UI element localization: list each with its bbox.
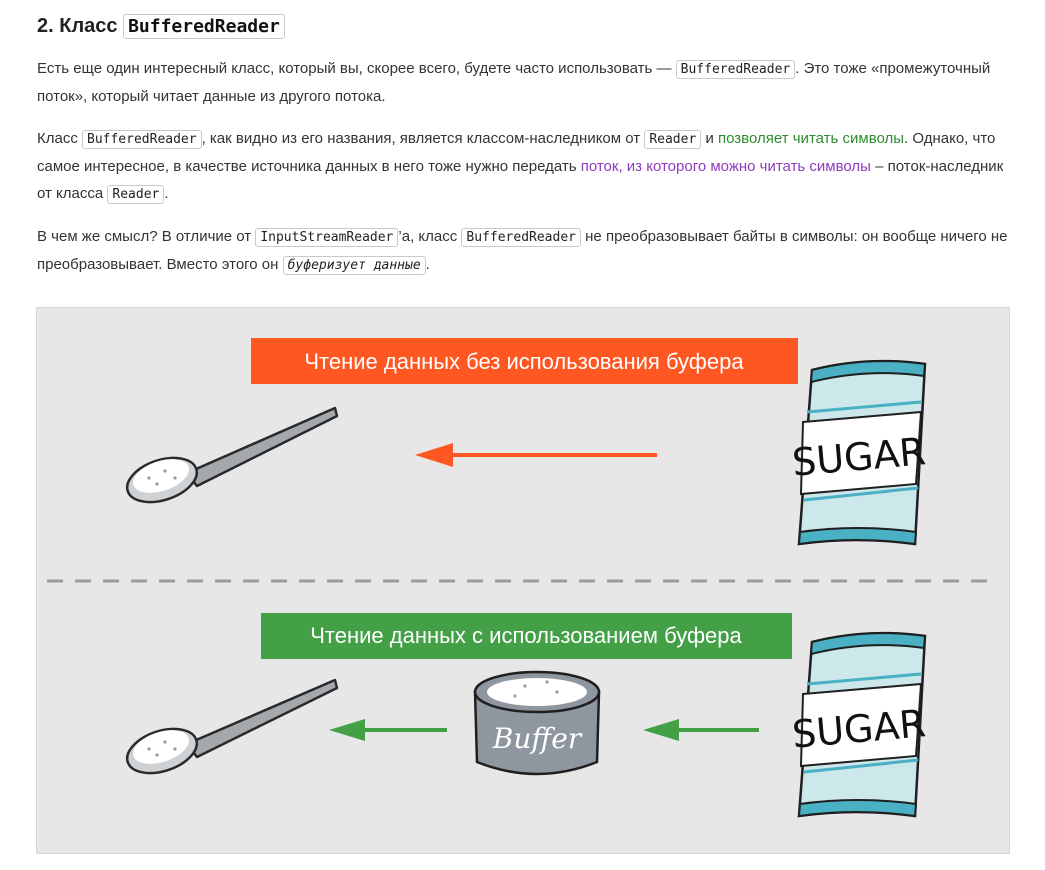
p3-text: . xyxy=(425,256,430,273)
p2-text: и xyxy=(701,130,718,147)
p2-text: . xyxy=(164,185,169,202)
highlight-green-text: позволяет читать символы xyxy=(718,130,905,147)
buffer-label: Buffer xyxy=(492,722,583,755)
inline-code: BufferedReader xyxy=(82,130,202,149)
article: 2. Класс BufferedReader Есть еще один ин… xyxy=(0,0,1045,870)
paragraph-3: В чем же смысл? В отличие от InputStream… xyxy=(37,223,1012,279)
illustration-svg: Чтение данных без использования буфера S… xyxy=(47,338,999,818)
inline-code-italic: буферизует данные xyxy=(282,256,426,275)
arrow-left-icon xyxy=(643,719,759,741)
banner-bottom-text: Чтение данных с использованием буфера xyxy=(310,623,742,648)
inline-code: BufferedReader xyxy=(675,60,796,79)
heading-code: BufferedReader xyxy=(123,14,285,39)
paragraph-2: Класс BufferedReader, как видно из его н… xyxy=(37,125,1012,208)
section-heading: 2. Класс BufferedReader xyxy=(37,8,285,45)
spoon-icon xyxy=(125,678,339,775)
inline-code: InputStreamReader xyxy=(255,228,399,247)
p1-text: Есть еще один интересный класс, который … xyxy=(37,60,676,77)
p3-text: В чем же смысл? В отличие от xyxy=(37,228,256,245)
arrow-left-icon xyxy=(415,443,657,467)
highlight-purple-text: поток, из которого можно читать символы xyxy=(580,158,871,175)
sugar-bag-icon: SUGAR xyxy=(790,359,927,546)
banner-top-text: Чтение данных без использования буфера xyxy=(304,349,744,374)
buffer-illustration: Чтение данных без использования буфера S… xyxy=(36,307,1010,854)
paragraph-1: Есть еще один интересный класс, который … xyxy=(37,55,1012,110)
p3-text: ’а, класс xyxy=(398,228,462,245)
arrow-left-icon xyxy=(329,719,447,741)
heading-text: 2. Класс xyxy=(37,15,124,37)
inline-code: Reader xyxy=(644,130,702,149)
buffer-bowl-icon: Buffer xyxy=(473,670,601,776)
spoon-icon xyxy=(125,406,339,504)
p2-text: , как видно из его названия, является кл… xyxy=(201,130,645,147)
sugar-bag-icon: SUGAR xyxy=(790,631,927,818)
p2-text: Класс xyxy=(37,130,82,147)
inline-code: BufferedReader xyxy=(461,228,581,247)
inline-code: Reader xyxy=(107,185,165,204)
